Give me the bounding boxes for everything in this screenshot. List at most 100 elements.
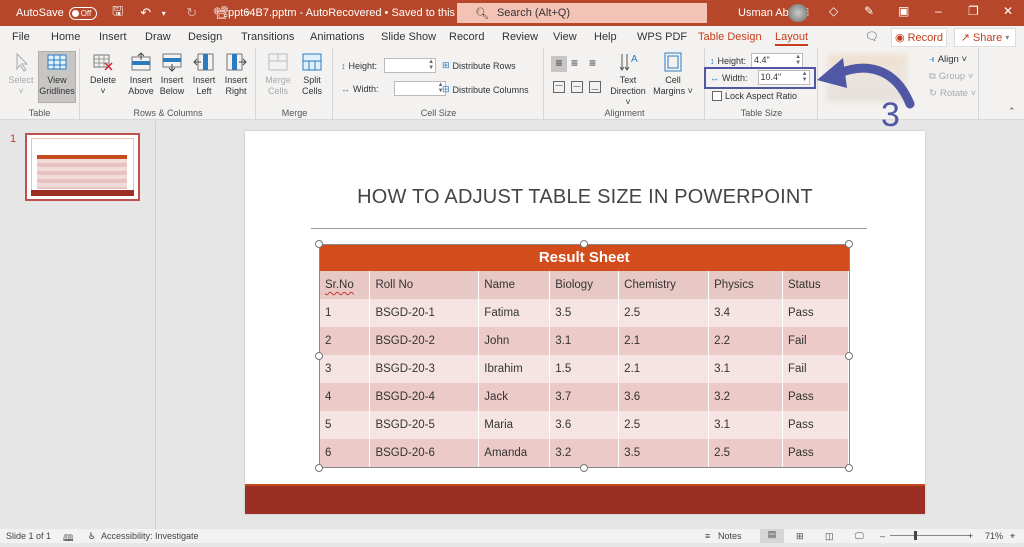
zoom-out-icon[interactable]: – — [880, 531, 885, 541]
table-cell[interactable]: 3.5 — [618, 439, 710, 467]
reading-view-icon[interactable]: ◫ — [825, 531, 834, 542]
zoom-slider[interactable] — [890, 535, 970, 536]
table-cell[interactable]: 3.6 — [549, 411, 620, 439]
table-cell[interactable]: 4 — [320, 383, 371, 411]
zoom-in-icon[interactable]: + — [968, 531, 973, 541]
table-cell[interactable]: 2.5 — [618, 411, 710, 439]
table-cell[interactable]: Pass — [782, 411, 849, 439]
tab-help[interactable]: Help — [594, 31, 617, 43]
insert-right-button[interactable]: Insert Right — [221, 52, 251, 97]
present-icon[interactable]: 📽 — [213, 5, 230, 21]
group-button[interactable]: ⧉ Group ˅ — [929, 71, 973, 82]
table-cell[interactable]: 3 — [320, 355, 371, 383]
table-cell[interactable]: 3.6 — [618, 383, 710, 411]
spinner-icon[interactable]: ▲ ▼ — [428, 59, 434, 71]
tab-design[interactable]: Design — [188, 31, 222, 43]
tab-review[interactable]: Review — [502, 31, 538, 43]
cell-height-input[interactable]: ▲ ▼ — [384, 58, 437, 73]
tab-wps-pdf[interactable]: WPS PDF — [637, 31, 687, 43]
column-header[interactable]: Roll No — [369, 271, 480, 299]
table-cell[interactable]: Jack — [478, 383, 551, 411]
select-button[interactable]: Select ˅ — [6, 52, 36, 97]
fit-to-window-icon[interactable]: ⌖ — [1010, 531, 1015, 542]
tab-insert[interactable]: Insert — [99, 31, 127, 43]
align-button[interactable]: ⫣ Align ˅ — [929, 54, 967, 65]
spelling-icon[interactable]: 🕮︎ — [63, 531, 74, 547]
lock-aspect-ratio-checkbox[interactable]: Lock Aspect Ratio — [712, 91, 797, 101]
pen-icon[interactable]: ✎ — [864, 4, 874, 18]
table-cell[interactable]: BSGD-20-1 — [369, 299, 480, 327]
table-cell[interactable]: 3.2 — [549, 439, 620, 467]
column-header[interactable]: Chemistry — [618, 271, 710, 299]
table-cell[interactable]: Pass — [782, 439, 849, 467]
delete-button[interactable]: Delete ˅ — [88, 52, 118, 97]
table-cell[interactable]: 2.1 — [618, 327, 710, 355]
restore-icon[interactable]: ❐ — [968, 4, 979, 18]
table-cell[interactable]: 3.1 — [708, 411, 784, 439]
save-icon[interactable]: 🖫 — [111, 2, 125, 24]
avatar[interactable] — [788, 4, 808, 22]
table-cell[interactable]: BSGD-20-4 — [369, 383, 480, 411]
tab-slide-show[interactable]: Slide Show — [381, 31, 436, 43]
resize-handle[interactable] — [315, 352, 323, 360]
table-caption[interactable]: Result Sheet — [320, 244, 849, 271]
align-right-icon[interactable]: ≡ — [589, 56, 596, 70]
slide-thumbnail[interactable] — [25, 133, 140, 201]
close-icon[interactable]: ✕ — [1003, 4, 1013, 18]
tab-view[interactable]: View — [553, 31, 577, 43]
table-cell[interactable]: 3.1 — [549, 327, 620, 355]
text-direction-button[interactable]: A Text Direction ˅ — [607, 52, 649, 108]
table-cell[interactable]: 2.2 — [708, 327, 784, 355]
distribute-columns-button[interactable]: ⊟ Distribute Columns — [442, 84, 529, 95]
table-cell[interactable]: 6 — [320, 439, 371, 467]
align-middle-icon[interactable]: — — [571, 81, 583, 93]
table-cell[interactable]: 3.2 — [708, 383, 784, 411]
rotate-button[interactable]: ↻ Rotate ˅ — [929, 88, 976, 99]
table-cell[interactable]: John — [478, 327, 551, 355]
table-cell[interactable]: 2.5 — [618, 299, 710, 327]
normal-view-icon[interactable]: ▤ — [760, 529, 784, 543]
spinner-icon[interactable]: ▲ ▼ — [795, 54, 801, 66]
table-cell[interactable]: BSGD-20-6 — [369, 439, 480, 467]
notes-icon[interactable]: ≡ — [705, 531, 710, 541]
diamond-icon[interactable]: ◇ — [829, 4, 838, 18]
table-cell[interactable]: 3.5 — [549, 299, 620, 327]
minimize-icon[interactable]: – — [935, 4, 942, 18]
table-cell[interactable]: Pass — [782, 299, 849, 327]
share-button[interactable]: ↗ Share ▾ — [954, 28, 1016, 47]
slideshow-icon[interactable]: 🖵︎ — [855, 531, 864, 542]
align-top-icon[interactable]: — — [553, 81, 565, 93]
zoom-slider-thumb[interactable] — [914, 531, 917, 540]
undo-icon[interactable]: ↶ — [139, 5, 153, 21]
slide-canvas[interactable]: HOW TO ADJUST TABLE SIZE IN POWERPOINT R… — [245, 131, 925, 514]
table-height-input[interactable]: 4.4" ▲ ▼ — [751, 53, 804, 68]
tab-animations[interactable]: Animations — [310, 31, 364, 43]
table-cell[interactable]: 2.1 — [618, 355, 710, 383]
resize-handle[interactable] — [845, 352, 853, 360]
split-cells-button[interactable]: Split Cells — [297, 52, 327, 97]
table-cell[interactable]: 1 — [320, 299, 371, 327]
collapse-ribbon-icon[interactable]: ⌃ — [1008, 106, 1016, 117]
column-header[interactable]: Physics — [708, 271, 784, 299]
resize-handle[interactable] — [580, 240, 588, 248]
table-cell[interactable]: Maria — [478, 411, 551, 439]
cell-width-input[interactable]: ▲ ▼ — [393, 81, 446, 96]
slide-sorter-icon[interactable]: ⊞ — [796, 531, 804, 542]
align-bottom-icon[interactable]: — — [589, 81, 601, 93]
autosave-toggle[interactable]: Off — [68, 6, 97, 20]
distribute-rows-button[interactable]: ⊞ Distribute Rows — [442, 60, 516, 71]
search-box[interactable]: 🔍︎ Search (Alt+Q) — [457, 3, 707, 23]
insert-left-button[interactable]: Insert Left — [189, 52, 219, 97]
notes-button[interactable]: Notes — [718, 531, 742, 541]
cell-margins-button[interactable]: Cell Margins ˅ — [653, 52, 693, 97]
table-cell[interactable]: 3.1 — [708, 355, 784, 383]
undo-dropdown-icon[interactable]: ▾ — [157, 9, 171, 18]
resize-handle[interactable] — [315, 464, 323, 472]
view-gridlines-button[interactable]: View Gridlines — [38, 51, 76, 103]
redo-icon[interactable]: ↻ — [185, 5, 199, 21]
tab-record[interactable]: Record — [449, 31, 484, 43]
autosave-control[interactable]: AutoSave Off — [16, 6, 97, 20]
insert-above-button[interactable]: Insert Above — [126, 52, 156, 97]
column-header[interactable]: Biology — [549, 271, 620, 299]
slide-title[interactable]: HOW TO ADJUST TABLE SIZE IN POWERPOINT — [245, 186, 925, 209]
